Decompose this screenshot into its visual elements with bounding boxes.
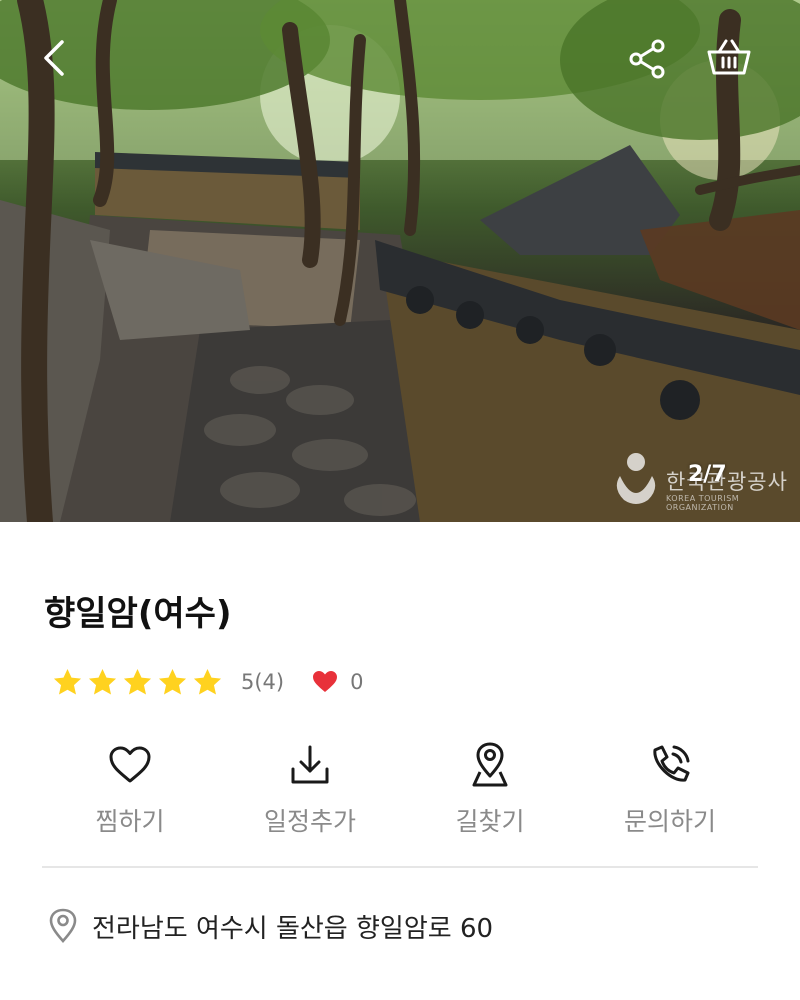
action-bar: 찜하기 일정추가 길찾기 문의하기 (40, 740, 760, 840)
temple-stairs-photo (0, 0, 800, 522)
chevron-left-icon (44, 40, 64, 76)
star-icon (193, 668, 222, 695)
download-icon (291, 745, 329, 784)
add-schedule-label: 일정추가 (263, 807, 356, 836)
inquiry-label: 문의하기 (623, 807, 716, 836)
share-icon (629, 39, 665, 79)
share-button[interactable] (626, 38, 676, 88)
address-text: 전라남도 여수시 돌산읍 향일암로 60 (92, 913, 494, 944)
rating-row: 5(4) 0 (52, 664, 363, 700)
basket-icon (707, 39, 751, 75)
divider (42, 866, 758, 868)
star-icon (53, 668, 82, 695)
address-row[interactable]: 전라남도 여수시 돌산읍 향일암로 60 (48, 906, 493, 946)
like-count-group: 0 (312, 670, 363, 694)
map-pin-icon (472, 742, 508, 787)
star-rating (52, 667, 223, 698)
heart-filled-icon (313, 671, 338, 692)
favorite-label: 찜하기 (95, 807, 165, 836)
watermark-subtext: KOREA TOURISM ORGANIZATION (666, 494, 740, 512)
star-icon (158, 668, 187, 695)
star-icon (123, 668, 152, 695)
location-pin-icon (49, 908, 77, 943)
place-title: 향일암(여수) (44, 594, 232, 634)
back-button[interactable] (40, 38, 90, 88)
rating-text: 5(4) (241, 670, 285, 694)
directions-button[interactable]: 길찾기 (400, 740, 580, 840)
like-count: 0 (350, 670, 364, 694)
hero-photo[interactable]: 한국관광공사 KOREA TOURISM ORGANIZATION 2/7 (0, 0, 800, 522)
inquiry-button[interactable]: 문의하기 (580, 740, 760, 840)
favorite-button[interactable]: 찜하기 (40, 740, 220, 840)
basket-button[interactable] (706, 38, 762, 88)
phone-call-icon (653, 745, 690, 782)
add-schedule-button[interactable]: 일정추가 (220, 740, 400, 840)
heart-outline-icon (109, 746, 151, 783)
directions-label: 길찾기 (455, 807, 525, 836)
star-icon (88, 668, 117, 695)
gallery-page-counter: 2/7 (688, 462, 727, 487)
